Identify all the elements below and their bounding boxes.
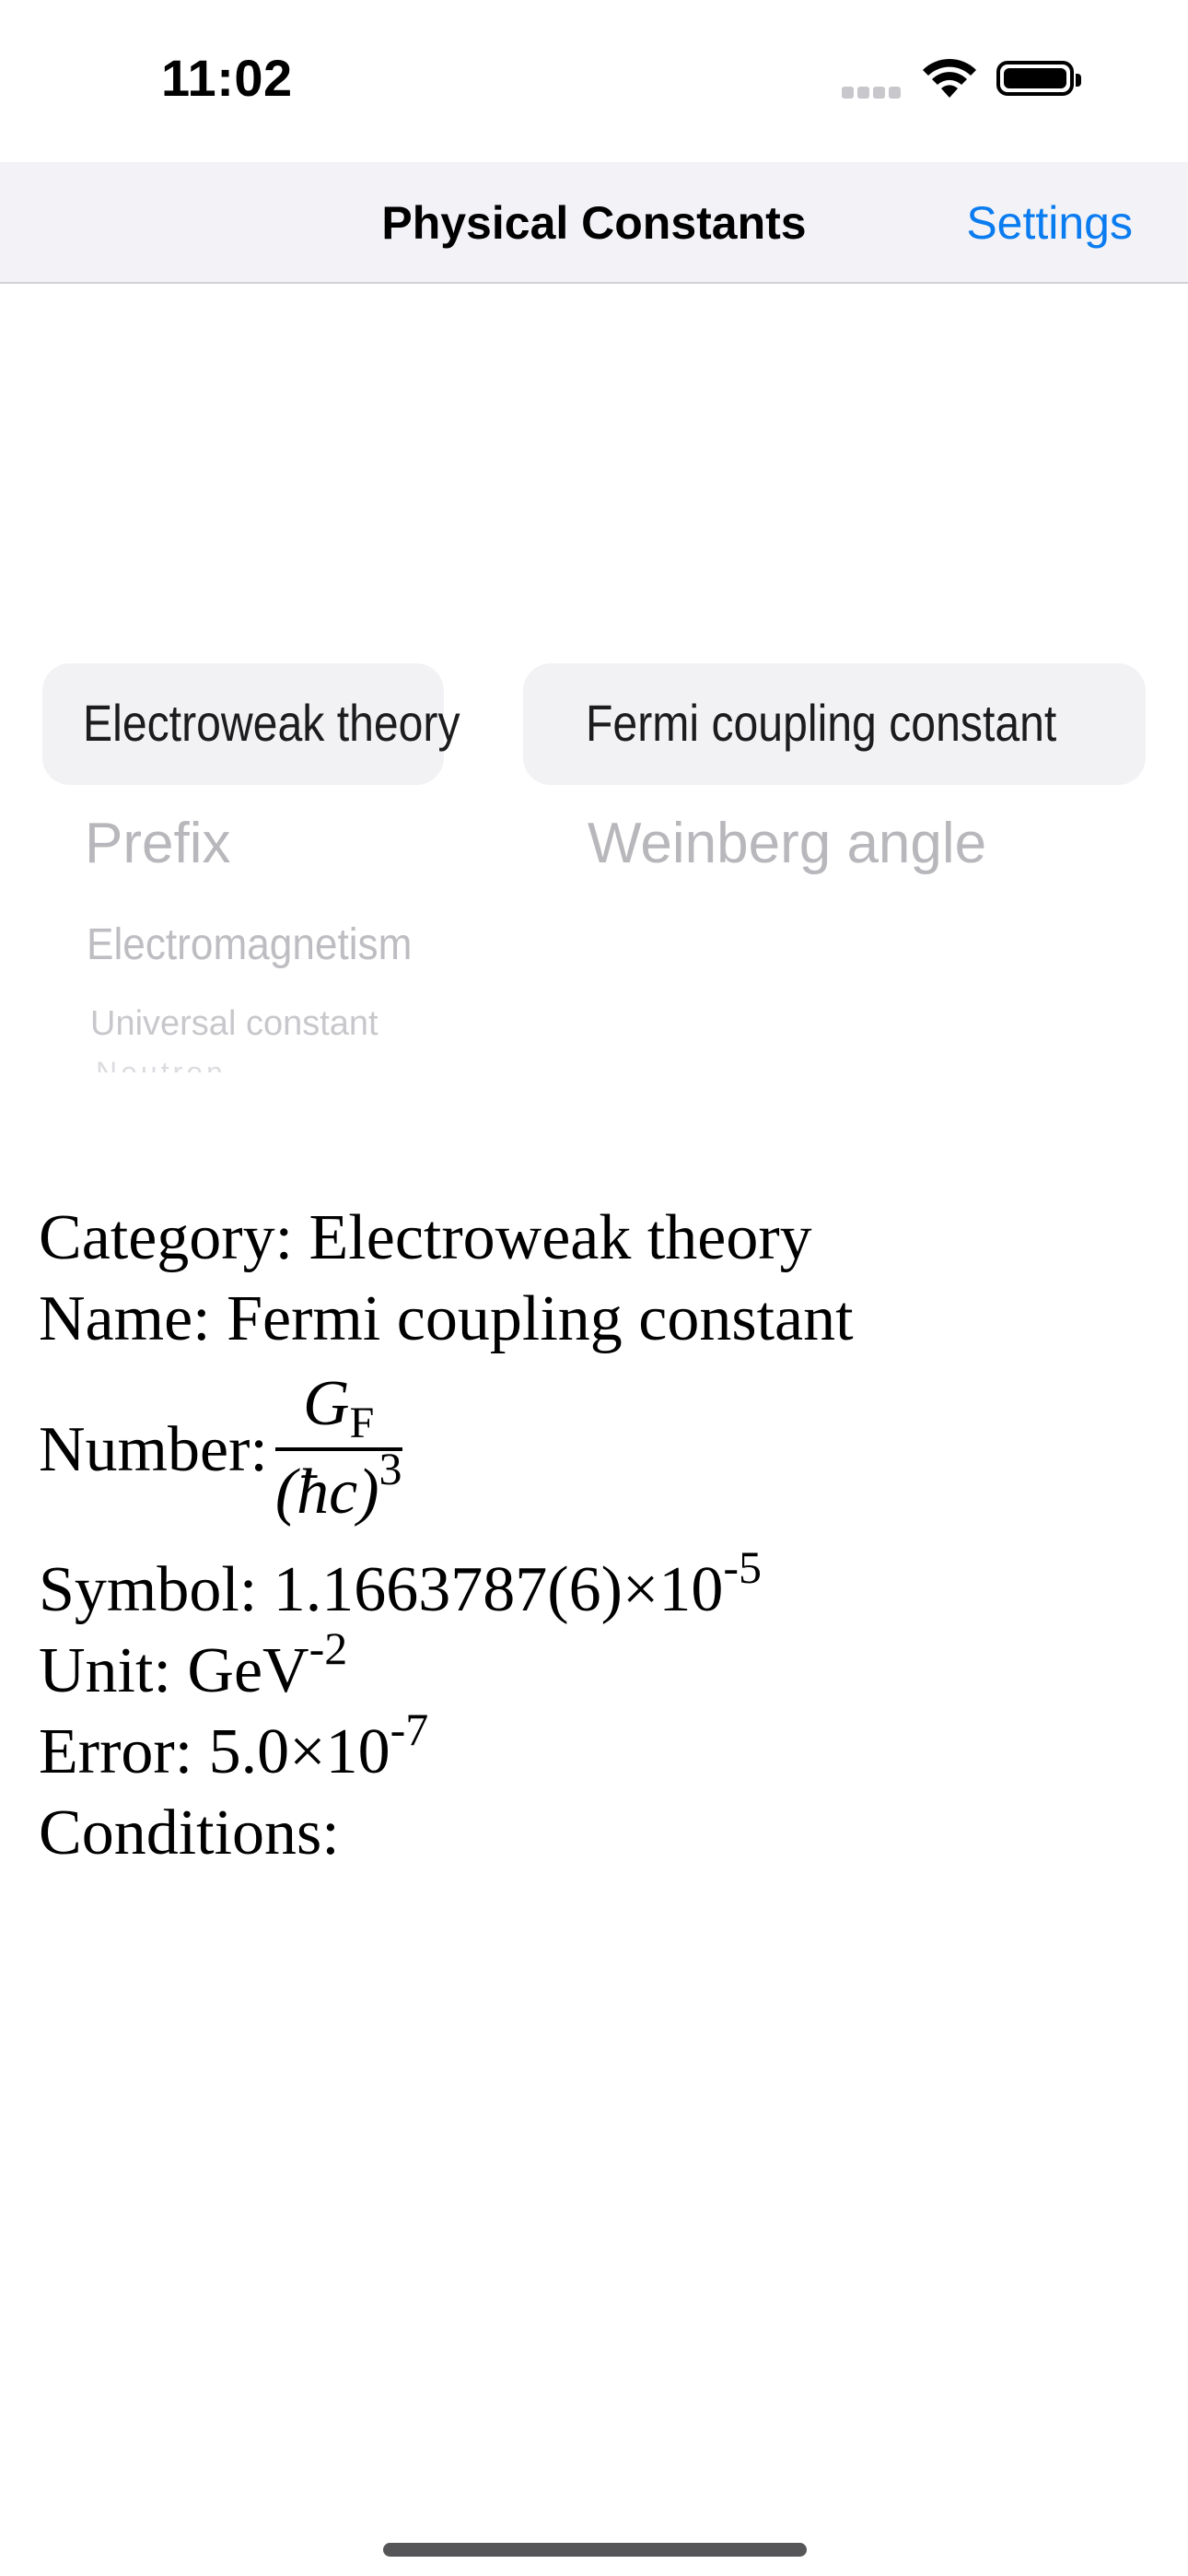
navigation-bar: Physical Constants Settings — [0, 162, 1188, 284]
unit-line: Unit: GeV-2 — [39, 1625, 854, 1712]
symbol-label: Symbol: — [39, 1554, 258, 1625]
constant-details: Category: Electroweak theory Name: Fermi… — [39, 1198, 854, 1874]
name-line: Name: Fermi coupling constant — [39, 1279, 854, 1360]
category-line: Category: Electroweak theory — [39, 1198, 854, 1279]
unit-value: GeV — [187, 1635, 309, 1706]
category-picker-selected[interactable]: Electroweak theory — [83, 693, 460, 753]
error-value: 5.0×10 — [208, 1716, 390, 1787]
category-label: Category: — [39, 1202, 294, 1273]
category-picker-item[interactable]: Electromagnetism — [87, 919, 412, 970]
formula-denominator: (ħc)3 — [274, 1443, 402, 1528]
home-indicator[interactable] — [383, 2543, 807, 2557]
name-value: Fermi coupling constant — [227, 1283, 854, 1354]
conditions-label: Conditions: — [39, 1797, 340, 1868]
name-label: Name: — [39, 1283, 211, 1354]
constant-picker-item[interactable]: Weinberg angle — [588, 811, 986, 876]
category-picker-item[interactable]: Neutron — [96, 1060, 227, 1072]
category-picker-item[interactable]: Universal constant — [90, 1004, 379, 1044]
number-formula: GF (ħc)3 — [274, 1367, 402, 1534]
cellular-signal-icon — [842, 87, 904, 103]
category-value: Electroweak theory — [309, 1202, 812, 1273]
category-picker-item[interactable]: Prefix — [85, 811, 230, 876]
symbol-line: Symbol: 1.1663787(6)×10-5 — [39, 1544, 854, 1631]
settings-button[interactable]: Settings — [966, 162, 1133, 284]
unit-exponent: -2 — [309, 1622, 348, 1674]
status-time: 11:02 — [161, 49, 293, 107]
symbol-value: 1.1663787(6)×10 — [273, 1554, 724, 1625]
error-exponent: -7 — [390, 1703, 429, 1755]
constant-picker-selected[interactable]: Fermi coupling constant — [586, 693, 1056, 753]
error-line: Error: 5.0×10-7 — [39, 1706, 854, 1793]
error-label: Error: — [39, 1716, 193, 1787]
wifi-icon — [921, 57, 978, 104]
status-bar: 11:02 — [0, 0, 1188, 162]
unit-label: Unit: — [39, 1635, 171, 1706]
conditions-line: Conditions: — [39, 1793, 854, 1874]
battery-icon — [996, 61, 1081, 96]
number-line: Number: GF (ħc)3 — [39, 1360, 854, 1540]
formula-numerator: GF — [274, 1367, 402, 1451]
number-label: Number: — [39, 1414, 268, 1485]
symbol-exponent: -5 — [723, 1540, 763, 1593]
